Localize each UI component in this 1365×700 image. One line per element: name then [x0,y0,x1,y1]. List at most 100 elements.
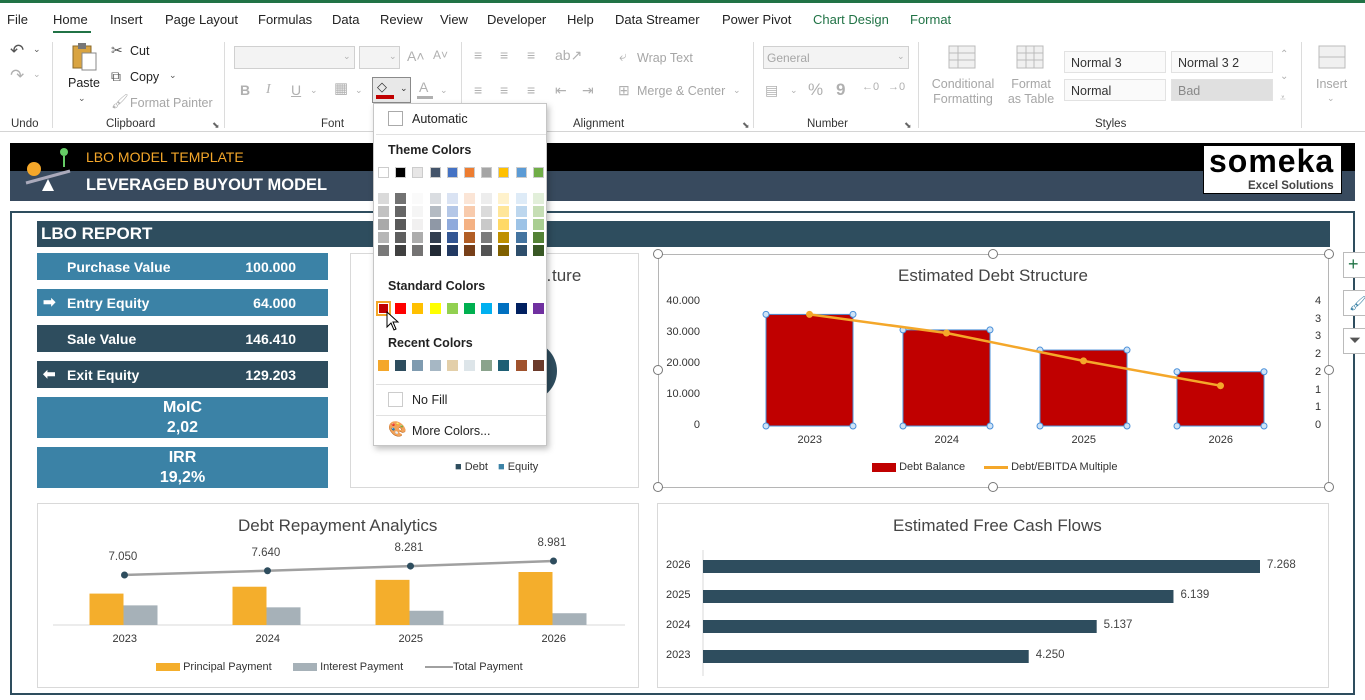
recent-color-swatch[interactable] [429,360,441,371]
underline-icon[interactable]: U [291,83,301,97]
resize-handle[interactable] [653,482,663,492]
font-size-dropdown-icon[interactable]: ⌄ [389,52,397,61]
theme-shade-swatch[interactable] [464,206,475,217]
recent-color-swatch[interactable] [446,360,458,371]
theme-shade-swatch[interactable] [446,232,458,243]
clipboard-launcher-icon[interactable]: ⬊ [212,120,220,131]
tab-format[interactable]: Format [910,12,951,27]
no-fill-swatch[interactable] [388,392,403,407]
font-name-dropdown-icon[interactable]: ⌄ [343,52,351,61]
recent-color-swatch[interactable] [395,360,407,371]
number-launcher-icon[interactable]: ⬊ [904,120,912,131]
comma-style-icon[interactable]: 9 [836,81,845,98]
theme-shade-swatch[interactable] [481,193,493,204]
styles-scroll-up-icon[interactable]: ⌃ [1280,50,1288,60]
standard-color-swatch[interactable] [498,303,510,314]
theme-shade-swatch[interactable] [464,232,475,243]
tab-data-streamer[interactable]: Data Streamer [615,12,700,27]
bold-icon[interactable]: B [240,83,250,97]
theme-shade-swatch[interactable] [532,245,544,256]
wrap-text-button[interactable]: Wrap Text [637,51,693,65]
theme-shade-swatch[interactable] [498,232,510,243]
tab-data[interactable]: Data [332,12,359,27]
resize-handle[interactable] [988,482,998,492]
theme-shade-swatch[interactable] [481,206,493,217]
theme-color-swatch[interactable] [446,167,458,178]
chart-elements-button[interactable]: + [1343,252,1365,278]
orientation-icon[interactable]: ab↗ [555,48,582,62]
theme-shade-swatch[interactable] [532,232,544,243]
tab-home[interactable]: Home [53,12,88,27]
tab-formulas[interactable]: Formulas [258,12,312,27]
insert-cells-dropdown-icon[interactable]: ⌄ [1327,94,1335,103]
standard-color-swatch[interactable] [515,303,527,314]
decrease-font-icon[interactable]: A˅ [433,49,448,61]
style-cell-bad[interactable]: Bad [1171,79,1273,101]
theme-shade-swatch[interactable] [515,219,527,230]
theme-shade-swatch[interactable] [515,206,527,217]
font-color-dropdown-icon[interactable]: ⌄ [440,86,448,95]
insert-cells-icon[interactable] [1317,44,1347,70]
theme-shade-swatch[interactable] [446,206,458,217]
format-painter-button[interactable]: Format Painter [130,96,213,110]
resize-handle[interactable] [1324,482,1334,492]
recent-color-swatch[interactable] [464,360,475,371]
theme-color-swatch[interactable] [395,167,407,178]
theme-shade-swatch[interactable] [412,193,424,204]
theme-shade-swatch[interactable] [498,206,510,217]
format-as-table-button[interactable]: Format as Table [1003,77,1059,107]
theme-shade-swatch[interactable] [412,245,424,256]
theme-color-swatch[interactable] [498,167,510,178]
increase-font-icon[interactable]: A˄ [407,49,425,63]
theme-shade-swatch[interactable] [515,193,527,204]
automatic-option[interactable]: Automatic [412,112,468,126]
accounting-dropdown-icon[interactable]: ⌄ [790,86,798,95]
resize-handle[interactable] [653,365,663,375]
theme-shade-swatch[interactable] [498,219,510,230]
theme-shade-swatch[interactable] [429,206,441,217]
theme-shade-swatch[interactable] [498,193,510,204]
theme-shade-swatch[interactable] [395,245,407,256]
theme-shade-swatch[interactable] [481,219,493,230]
accounting-format-icon[interactable]: ▤ [765,83,778,97]
theme-color-swatch[interactable] [464,167,475,178]
theme-shade-swatch[interactable] [378,245,389,256]
debt-structure-chart[interactable]: Estimated Debt Structure Debt Balance De… [658,254,1329,488]
theme-shade-swatch[interactable] [464,219,475,230]
styles-scroll-down-icon[interactable]: ⌄ [1280,72,1288,82]
tab-chart-design[interactable]: Chart Design [813,12,889,27]
standard-color-swatch[interactable] [532,303,544,314]
theme-shade-swatch[interactable] [395,232,407,243]
fill-color-button[interactable]: ◇ ⌄ [372,77,411,103]
borders-icon[interactable]: ▦ [334,81,348,96]
copy-dropdown-icon[interactable]: ⌄ [169,71,177,80]
copy-button[interactable]: Copy [130,70,159,84]
theme-shade-swatch[interactable] [464,193,475,204]
theme-color-swatch[interactable] [515,167,527,178]
theme-shade-swatch[interactable] [395,193,407,204]
style-cell-normal-3-2[interactable]: Normal 3 2 [1171,51,1273,73]
theme-shade-swatch[interactable] [395,219,407,230]
recent-color-swatch[interactable] [378,360,389,371]
conditional-formatting-icon[interactable] [947,44,977,70]
theme-shade-swatch[interactable] [481,245,493,256]
theme-shade-swatch[interactable] [429,219,441,230]
theme-shade-swatch[interactable] [446,193,458,204]
theme-color-swatch[interactable] [378,167,389,178]
theme-shade-swatch[interactable] [429,232,441,243]
debt-repayment-chart[interactable]: Debt Repayment Analytics Principal Payme… [37,503,639,688]
align-top-icon[interactable]: ≡ [474,48,482,62]
redo-icon[interactable]: ↷ [10,67,24,84]
increase-decimal-icon[interactable]: ←0 [862,82,879,93]
theme-shade-swatch[interactable] [378,219,389,230]
tab-page-layout[interactable]: Page Layout [165,12,238,27]
recent-color-swatch[interactable] [481,360,493,371]
undo-icon[interactable]: ↶ [10,42,24,59]
theme-shade-swatch[interactable] [532,219,544,230]
number-format-dropdown-icon[interactable]: ⌄ [897,52,905,61]
paste-button[interactable]: Paste [68,76,100,90]
align-bottom-icon[interactable]: ≡ [527,48,535,62]
merge-dropdown-icon[interactable]: ⌄ [733,86,741,95]
format-as-table-icon[interactable] [1015,44,1045,70]
paste-icon[interactable] [70,42,98,72]
